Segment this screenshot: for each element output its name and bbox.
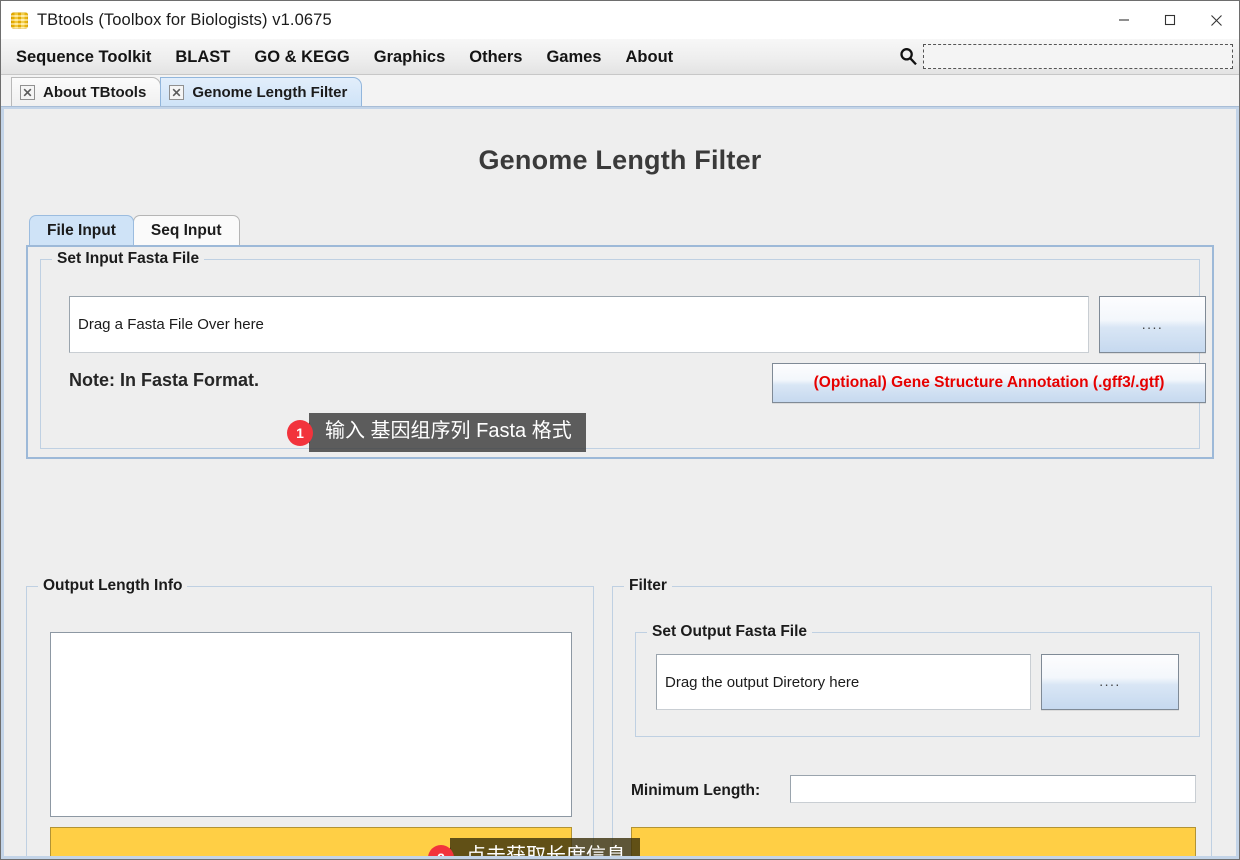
output-length-textarea[interactable] — [50, 632, 572, 817]
tab-seq-input[interactable]: Seq Input — [132, 215, 240, 245]
set-output-fasta-file-group: Set Output Fasta File Drag the output Di… — [635, 623, 1200, 737]
minimum-length-input[interactable] — [790, 775, 1196, 803]
file-input-panel: Set Input Fasta File Drag a Fasta File O… — [26, 245, 1214, 459]
output-length-info-group: Output Length Info Get Seq Length — [26, 577, 594, 856]
menu-item-sequence-toolkit[interactable]: Sequence Toolkit — [4, 40, 163, 74]
close-icon[interactable] — [169, 84, 185, 100]
browse-fasta-button[interactable]: .... — [1099, 296, 1206, 353]
output-directory-input[interactable]: Drag the output Diretory here — [656, 654, 1031, 710]
window-title: TBtools (Toolbox for Biologists) v1.0675 — [37, 10, 332, 29]
group-legend: Set Output Fasta File — [647, 623, 813, 641]
inner-tab-label: File Input — [47, 221, 116, 239]
menu-item-blast[interactable]: BLAST — [163, 40, 242, 74]
document-tab-strip: About TBtools Genome Length Filter — [1, 75, 1239, 107]
menu-item-graphics[interactable]: Graphics — [362, 40, 458, 74]
group-legend: Set Input Fasta File — [52, 250, 205, 268]
menu-bar: Sequence Toolkit BLAST GO & KEGG Graphic… — [1, 39, 1239, 75]
menu-item-others[interactable]: Others — [457, 40, 534, 74]
gene-structure-annotation-button[interactable]: (Optional) Gene Structure Annotation (.g… — [772, 363, 1206, 403]
minimize-icon[interactable] — [1101, 1, 1147, 39]
search-icon[interactable] — [893, 47, 923, 66]
close-icon[interactable] — [1193, 1, 1239, 39]
output-directory-placeholder: Drag the output Diretory here — [665, 673, 860, 691]
fasta-file-input[interactable]: Drag a Fasta File Over here — [69, 296, 1089, 353]
browse-output-directory-button[interactable]: .... — [1041, 654, 1179, 710]
minimum-length-label: Minimum Length: — [631, 782, 761, 799]
doc-tab-label: Genome Length Filter — [192, 83, 348, 101]
inner-tab-strip: File Input Seq Input — [26, 215, 1214, 245]
close-icon[interactable] — [20, 84, 35, 100]
get-seq-length-button[interactable]: Get Seq Length — [50, 827, 572, 856]
browse-fasta-label: .... — [1141, 315, 1164, 332]
page-title: Genome Length Filter — [478, 145, 762, 175]
content-panel: Genome Length Filter File Input Seq Inpu… — [1, 107, 1239, 859]
doc-tab-label: About TBtools — [43, 83, 147, 101]
doc-tab-about-tbtools[interactable]: About TBtools — [11, 77, 162, 106]
group-legend: Filter — [624, 577, 672, 595]
fasta-format-note: Note: In Fasta Format. — [69, 370, 260, 390]
maximize-icon[interactable] — [1147, 1, 1193, 39]
start-filter-button[interactable]: Start Filter — [631, 827, 1196, 856]
window-controls — [1101, 1, 1239, 39]
browse-output-directory-label: .... — [1099, 673, 1121, 689]
doc-tab-genome-length-filter[interactable]: Genome Length Filter — [160, 77, 363, 106]
gene-structure-annotation-label: (Optional) Gene Structure Annotation (.g… — [813, 374, 1165, 391]
group-legend: Output Length Info — [38, 577, 188, 595]
menu-item-go-kegg[interactable]: GO & KEGG — [242, 40, 361, 74]
filter-group: Filter Set Output Fasta File Drag the ou… — [612, 577, 1212, 856]
title-bar: TBtools (Toolbox for Biologists) v1.0675 — [1, 1, 1239, 39]
tab-file-input[interactable]: File Input — [29, 215, 134, 245]
file-input-tab-container: File Input Seq Input Set Input Fasta Fil… — [26, 215, 1214, 459]
application-window: TBtools (Toolbox for Biologists) v1.0675… — [0, 0, 1240, 860]
search-area — [893, 39, 1239, 74]
set-input-fasta-file-group: Set Input Fasta File Drag a Fasta File O… — [40, 250, 1206, 449]
menu-item-about[interactable]: About — [614, 40, 686, 74]
tbtools-grid-icon — [11, 11, 28, 29]
fasta-file-placeholder: Drag a Fasta File Over here — [78, 316, 264, 333]
inner-tab-label: Seq Input — [150, 221, 222, 239]
menu-item-games[interactable]: Games — [534, 40, 613, 74]
search-input[interactable] — [923, 44, 1233, 69]
